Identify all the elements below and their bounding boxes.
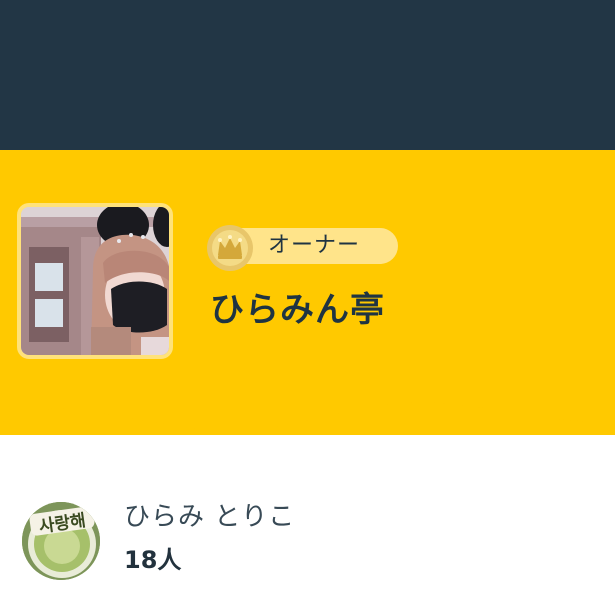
profile-photo-icon: [21, 207, 169, 355]
owner-role-badge: オーナー: [206, 224, 398, 271]
owner-profile-photo[interactable]: [17, 203, 173, 359]
member-count: 18人: [124, 546, 182, 574]
hero-wave-divider: [0, 385, 615, 431]
member-name[interactable]: ひらみ とりこ: [124, 500, 295, 534]
crown-medal-icon: [207, 225, 253, 271]
latte-art-photo-icon: 사랑해: [22, 502, 100, 580]
role-label: オーナー: [268, 233, 361, 258]
top-bar: [0, 0, 615, 150]
member-avatar[interactable]: 사랑해: [22, 502, 100, 580]
page-title: ひらみん亭: [210, 290, 385, 330]
profile-page: オーナー ひらみん亭 사랑해 ひらみ とりこ 18人: [0, 0, 615, 615]
